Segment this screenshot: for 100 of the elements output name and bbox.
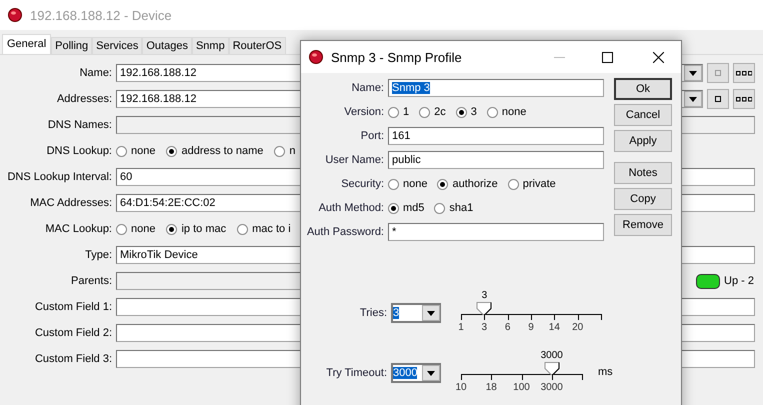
tick-label: 14 bbox=[548, 322, 560, 333]
radio-option[interactable]: n bbox=[274, 145, 296, 157]
dialog-button[interactable]: Copy bbox=[614, 188, 672, 210]
slider-value: 3000 bbox=[540, 350, 563, 361]
radio-option[interactable]: none bbox=[116, 145, 156, 157]
three-squares-icon bbox=[736, 96, 752, 102]
radio-button[interactable] bbox=[419, 106, 430, 118]
radio-button[interactable] bbox=[388, 106, 399, 118]
radio-option[interactable]: 1 bbox=[388, 106, 410, 118]
field-label: Auth Method: bbox=[318, 202, 384, 214]
radio-button[interactable] bbox=[388, 202, 399, 214]
dialog-button[interactable]: Notes bbox=[614, 162, 672, 184]
radio-option[interactable]: md5 bbox=[388, 202, 424, 214]
field-value: public bbox=[392, 154, 421, 166]
radio-button[interactable] bbox=[274, 146, 286, 156]
radio-option[interactable]: authorize bbox=[437, 178, 498, 190]
radio-button[interactable] bbox=[166, 224, 178, 234]
radio-button[interactable] bbox=[388, 178, 399, 190]
field-label: DNS Names: bbox=[46, 119, 112, 131]
field-label: Version: bbox=[343, 106, 384, 118]
close-icon bbox=[652, 52, 664, 62]
radio-button[interactable] bbox=[434, 202, 446, 214]
dialog-button[interactable]: Remove bbox=[614, 214, 672, 236]
app-icon bbox=[8, 8, 22, 22]
dialog-title: Snmp 3 - Snmp Profile bbox=[331, 50, 463, 64]
tab[interactable]: Services bbox=[92, 37, 142, 54]
tick-label: 1 bbox=[458, 322, 464, 333]
radio-option[interactable]: sha1 bbox=[434, 202, 474, 214]
radio-option[interactable]: 2c bbox=[419, 106, 446, 118]
field-value: Snmp 3 bbox=[392, 82, 430, 94]
tab[interactable]: RouterOS bbox=[228, 37, 286, 54]
window-title: 192.168.188.12 - Device bbox=[30, 8, 172, 22]
text-field[interactable]: * bbox=[388, 223, 604, 241]
field-label: DNS Lookup Interval: bbox=[6, 171, 112, 183]
dialog-button[interactable]: Cancel bbox=[614, 104, 672, 126]
dropdown-button[interactable] bbox=[684, 91, 702, 107]
combo-field[interactable]: 3000 bbox=[391, 363, 441, 383]
tab[interactable]: Snmp bbox=[192, 37, 229, 54]
dropdown-button[interactable] bbox=[422, 365, 440, 381]
combo-field[interactable]: 3 bbox=[391, 303, 441, 323]
app-icon bbox=[309, 50, 323, 64]
dropdown-button[interactable] bbox=[684, 65, 702, 81]
dropdown-arrow-icon bbox=[427, 370, 435, 376]
tick-label: 9 bbox=[528, 322, 534, 333]
radio-button[interactable] bbox=[486, 106, 498, 118]
radio-option[interactable]: address to name bbox=[166, 145, 264, 157]
radio-option[interactable]: private bbox=[508, 178, 556, 190]
radio-button[interactable] bbox=[508, 178, 519, 190]
dropdown-arrow-icon bbox=[689, 96, 697, 102]
field-label: Name: bbox=[78, 67, 112, 79]
tick-label: 10 bbox=[455, 382, 467, 393]
field-label: Custom Field 1: bbox=[34, 301, 112, 313]
tab[interactable]: General bbox=[2, 34, 52, 54]
radio-button[interactable] bbox=[116, 224, 127, 234]
field-value: 3 bbox=[393, 307, 400, 319]
unit-label: ms bbox=[598, 366, 613, 378]
slider-thumb[interactable] bbox=[476, 302, 492, 315]
field-label: Auth Password: bbox=[306, 226, 384, 238]
radio-button[interactable] bbox=[166, 146, 178, 156]
field-label: Custom Field 3: bbox=[34, 353, 112, 365]
field-label: Custom Field 2: bbox=[34, 327, 112, 339]
field-label: Addresses: bbox=[56, 93, 112, 105]
radio-option[interactable]: 3 bbox=[456, 106, 477, 118]
dialog-button[interactable]: Ok bbox=[614, 78, 672, 100]
radio-button[interactable] bbox=[456, 106, 467, 118]
dropdown-arrow-icon bbox=[427, 310, 435, 316]
slider-value: 3 bbox=[482, 290, 488, 301]
status-text: Up - 2 bbox=[724, 275, 754, 287]
more-button[interactable] bbox=[733, 63, 755, 83]
radio-option[interactable]: ip to mac bbox=[166, 223, 226, 235]
three-squares-icon bbox=[736, 70, 752, 76]
text-field[interactable]: public bbox=[388, 151, 604, 169]
maximize-icon bbox=[602, 52, 612, 62]
radio-option[interactable]: mac to i bbox=[237, 223, 291, 235]
field-label: Try Timeout: bbox=[325, 367, 387, 379]
field-label: Name: bbox=[350, 82, 384, 94]
square-icon bbox=[715, 70, 721, 76]
text-field[interactable]: 161 bbox=[388, 127, 604, 145]
field-label: Tries: bbox=[358, 307, 387, 319]
field-label: Type: bbox=[84, 249, 112, 261]
dropdown-button[interactable] bbox=[422, 305, 440, 321]
radio-button[interactable] bbox=[116, 146, 127, 156]
field-value: 161 bbox=[392, 130, 410, 142]
tab[interactable]: Outages bbox=[142, 37, 192, 54]
radio-option[interactable]: none bbox=[486, 106, 526, 118]
dialog-button[interactable]: Apply bbox=[614, 130, 672, 152]
slider-thumb[interactable] bbox=[544, 362, 560, 375]
tab[interactable]: Polling bbox=[51, 37, 92, 54]
radio-button[interactable] bbox=[237, 224, 248, 234]
tick-label: 3000 bbox=[540, 382, 563, 393]
radio-button[interactable] bbox=[437, 178, 448, 190]
field-label: MAC Lookup: bbox=[44, 223, 112, 235]
field-label: Security: bbox=[340, 178, 384, 190]
text-field[interactable]: Snmp 3 bbox=[388, 79, 604, 97]
field-label: MAC Addresses: bbox=[29, 197, 112, 209]
tick-label: 20 bbox=[572, 322, 584, 333]
more-button[interactable] bbox=[733, 89, 755, 109]
dropdown-arrow-icon bbox=[689, 70, 697, 76]
radio-option[interactable]: none bbox=[388, 178, 428, 190]
radio-option[interactable]: none bbox=[116, 223, 156, 235]
